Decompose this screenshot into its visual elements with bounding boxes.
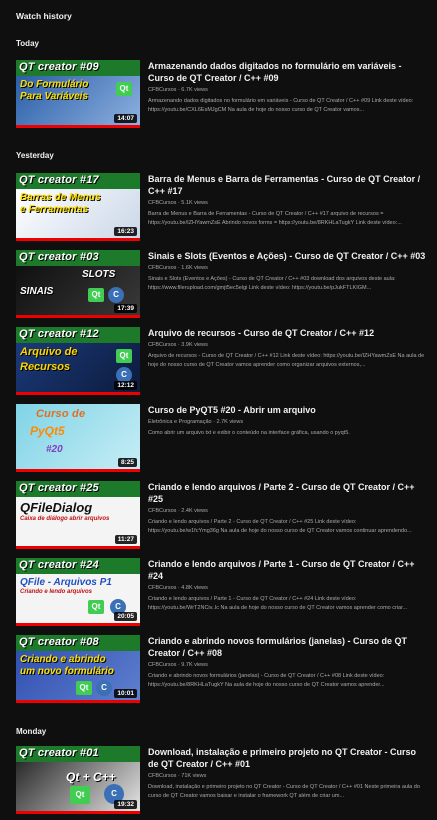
video-channel-views[interactable]: CFBCursos · 2.4K views [148,508,428,514]
page-title: Watch history [16,11,72,21]
video-thumbnail[interactable]: QT creator #03 SLOTS SINAIS Qt C 17:39 [16,250,140,318]
video-duration: 10:01 [114,689,137,698]
video-channel-views[interactable]: CFBCursos · 1.6K views [148,265,428,271]
video-title[interactable]: Curso de PyQT5 #20 - Abrir um arquivo [148,404,428,416]
video-thumbnail[interactable]: QT creator #09 Do Formulário Para Variáv… [16,60,140,128]
video-title[interactable]: Armazenando dados digitados no formulári… [148,60,428,84]
video-thumbnail[interactable]: QT creator #08 Criando e abrindo um novo… [16,635,140,703]
video-channel-views[interactable]: CFBCursos · 71K views [148,773,428,779]
watch-progress-bar [16,125,140,128]
video-duration: 12:12 [114,381,137,390]
qt-logo-icon: Qt [116,349,132,363]
watch-progress-bar [16,546,140,549]
video-thumbnail[interactable]: QT creator #01 Qt + C++ Qt C 19:32 [16,746,140,814]
video-description: Armazenando dados digitados no formulári… [148,98,414,113]
video-duration: 14:07 [114,114,137,123]
section-monday: Monday [16,727,47,736]
video-description: Barra de Menus e Barra de Ferramentas - … [148,211,402,226]
video-channel-views[interactable]: CFBCursos · 4.8K views [148,585,428,591]
video-item[interactable]: QT creator #17 Barras de Menus e Ferrame… [16,173,428,241]
video-title[interactable]: Criando e lendo arquivos / Parte 2 - Cur… [148,481,428,505]
qt-logo-icon: Qt [116,82,132,96]
video-duration: 16:23 [114,227,137,236]
video-thumbnail[interactable]: QT creator #17 Barras de Menus e Ferrame… [16,173,140,241]
video-item[interactable]: QT creator #24 QFile - Arquivos P1 Crian… [16,558,428,626]
video-duration: 19:32 [114,800,137,809]
video-duration: 8:25 [117,458,137,467]
video-description: Arquivo de recursos - Curso de QT Creato… [148,353,425,368]
video-title[interactable]: Barra de Menus e Barra de Ferramentas - … [148,173,428,197]
video-description: Criando e lendo arquivos / Parte 2 - Cur… [148,519,412,534]
watch-progress-bar [16,623,140,626]
video-description: Sinais e Slots (Eventos e Ações) - Curso… [148,276,396,291]
video-thumbnail[interactable]: Curso de PyQt5 #20 8:25 [16,404,140,472]
video-title[interactable]: Download, instalação e primeiro projeto … [148,746,428,770]
video-item[interactable]: Curso de PyQt5 #20 8:25 Curso de PyQT5 #… [16,404,428,472]
video-title[interactable]: Arquivo de recursos - Curso de QT Creato… [148,327,428,339]
watch-progress-bar [16,811,140,814]
video-item[interactable]: QT creator #03 SLOTS SINAIS Qt C 17:39 S… [16,250,428,318]
video-item[interactable]: QT creator #09 Do Formulário Para Variáv… [16,60,428,128]
video-description: Criando e lendo arquivos / Parte 1 - Cur… [148,596,408,611]
video-channel-views[interactable]: CFBCursos · 6.7K views [148,87,428,93]
qt-logo-icon: Qt [70,786,90,804]
video-thumbnail[interactable]: QT creator #12 Arquivo de Recursos Qt C … [16,327,140,395]
watch-progress-bar [16,315,140,318]
watch-progress-bar [16,238,140,241]
video-item[interactable]: QT creator #08 Criando e abrindo um novo… [16,635,428,703]
video-channel-views[interactable]: CFBCursos · 3.9K views [148,342,428,348]
cpp-logo-icon: C [96,680,112,696]
video-title[interactable]: Criando e lendo arquivos / Parte 1 - Cur… [148,558,428,582]
watch-progress-bar [16,469,140,472]
video-channel-views[interactable]: CFBCursos · 9.7K views [148,662,428,668]
video-channel-views[interactable]: Eletrônica e Programação · 2.7K views [148,419,428,425]
watch-progress-bar [16,700,140,703]
section-today: Today [16,39,39,48]
video-thumbnail[interactable]: QT creator #25 QFileDialog Caixa de diál… [16,481,140,549]
video-thumbnail[interactable]: QT creator #24 QFile - Arquivos P1 Crian… [16,558,140,626]
video-description: Como abrir um arquivo txt e exibir o con… [148,430,350,436]
cpp-logo-icon: C [108,287,124,303]
video-description: Criando e abrindo novos formulários (jan… [148,673,385,688]
video-duration: 17:39 [114,304,137,313]
section-yesterday: Yesterday [16,151,54,160]
video-item[interactable]: QT creator #01 Qt + C++ Qt C 19:32 Downl… [16,746,428,814]
qt-logo-icon: Qt [88,600,104,614]
video-title[interactable]: Criando e abrindo novos formulários (jan… [148,635,428,659]
video-duration: 20:05 [114,612,137,621]
video-title[interactable]: Sinais e Slots (Eventos e Ações) - Curso… [148,250,428,262]
video-description: Download, instalação e primeiro projeto … [148,784,420,799]
watch-progress-bar [16,392,140,395]
video-duration: 11:27 [114,535,137,544]
video-channel-views[interactable]: CFBCursos · 5.1K views [148,200,428,206]
video-item[interactable]: QT creator #12 Arquivo de Recursos Qt C … [16,327,428,395]
video-item[interactable]: QT creator #25 QFileDialog Caixa de diál… [16,481,428,549]
qt-logo-icon: Qt [88,288,104,302]
qt-logo-icon: Qt [76,681,92,695]
